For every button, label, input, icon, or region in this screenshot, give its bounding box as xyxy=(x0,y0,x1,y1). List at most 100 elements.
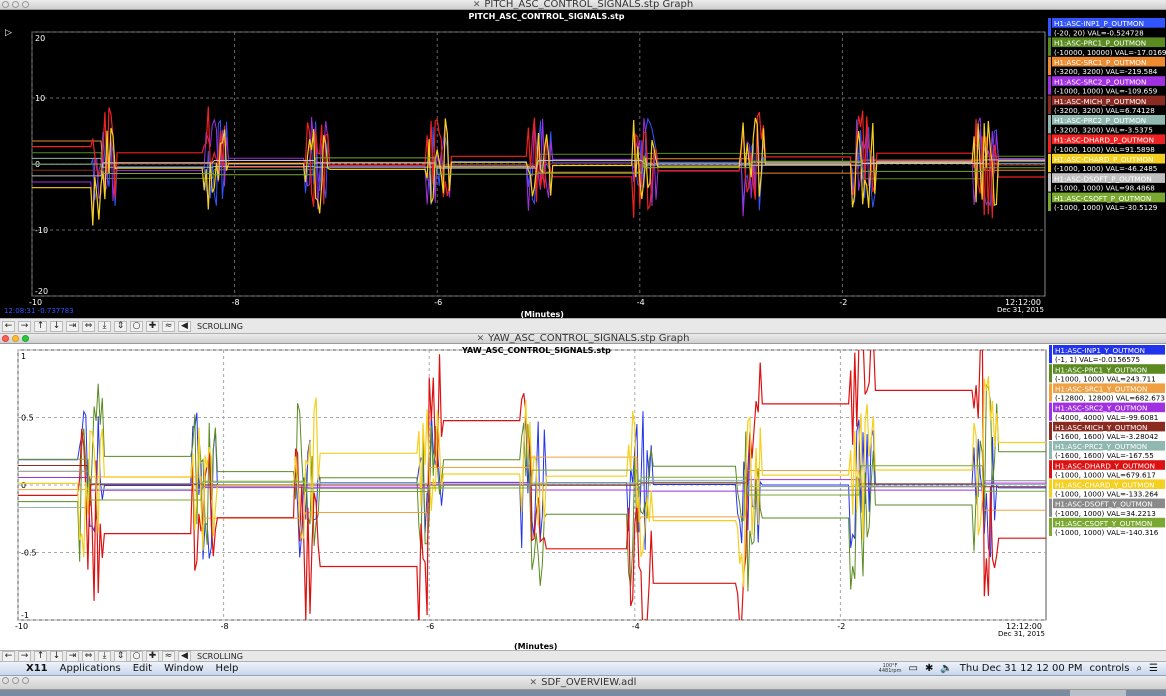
window-controls[interactable] xyxy=(2,677,29,684)
legend-range: (-12800, 12800) VAL=682.673 xyxy=(1055,394,1165,403)
legend-swatch xyxy=(1048,115,1051,134)
scroll-down-icon[interactable]: ↓ xyxy=(50,650,63,662)
legend-name: H1:ASC-CSOFT_P_OUTMON xyxy=(1054,194,1151,203)
zoom-window-button[interactable] xyxy=(22,335,29,342)
legend-range: (-1600, 1600) VAL=-167.55 xyxy=(1055,451,1154,460)
scroll-left-icon[interactable]: ← xyxy=(2,320,15,332)
zoom-window-button[interactable] xyxy=(22,677,29,684)
legend-range: (-1000, 1000) VAL=98.4868 xyxy=(1054,184,1155,193)
legend-swatch xyxy=(1048,134,1051,153)
scrolling-toggle-icon[interactable]: ◀ xyxy=(178,320,191,332)
legend-range: (-3200, 3200) VAL=-219.584 xyxy=(1054,67,1158,76)
legend-range: (-1000, 1000) VAL=-133.264 xyxy=(1055,490,1159,499)
legend-swatch xyxy=(1048,192,1051,211)
scroll-left-icon[interactable]: ← xyxy=(2,650,15,662)
bluetooth-icon[interactable]: ✱ xyxy=(925,663,933,674)
spotlight-search-icon[interactable]: ⌕ xyxy=(1136,663,1142,674)
yaw-chart[interactable]: 10.50-0.5-1-10 -8 -6 -4 -2 12:12:00Dec 31, 20… xyxy=(0,344,1166,651)
legend-swatch xyxy=(1049,460,1052,479)
minimize-window-button[interactable] xyxy=(12,335,19,342)
zoom-out-y-icon[interactable]: ⇕ xyxy=(114,650,127,662)
legend-range: (-1000, 1000) VAL=91.5898 xyxy=(1054,145,1155,154)
legend-swatch xyxy=(1049,364,1052,383)
menubar-user[interactable]: controls xyxy=(1090,663,1130,674)
menu-app-x11[interactable]: X11 xyxy=(20,663,54,674)
scroll-right-icon[interactable]: → xyxy=(18,650,31,662)
pitch-chart[interactable]: 20100-10-20-10 -8 -6 -4 -2 12:12:00Dec 31, 20… xyxy=(0,10,1166,319)
minimize-window-button[interactable] xyxy=(12,1,19,8)
legend-name: H1:ASC-SRC1_P_OUTMON xyxy=(1054,58,1146,67)
zoom-out-y-icon[interactable]: ⇕ xyxy=(114,320,127,332)
pitch-graph[interactable]: 20 10 0 -10 -20 -10 -8 -6 -4 -2 12:12:00 Dec 31, 20… xyxy=(0,10,1166,319)
legend-swatch xyxy=(1049,421,1052,440)
yaw-graph[interactable]: 1 0.5 0 -0.5 -1 -10 -8 -6 -4 -2 12:12:00 Dec 31, 20… xyxy=(0,344,1166,651)
auto-scale-icon[interactable]: ≈ xyxy=(162,650,175,662)
zoom-window-button[interactable] xyxy=(22,1,29,8)
temperature-monitor[interactable]: 100°F 4481rpm xyxy=(879,663,902,674)
x-tick-label: -4 xyxy=(637,298,645,307)
scroll-down-icon[interactable]: ↓ xyxy=(50,320,63,332)
zoom-in-x-icon[interactable]: ⇥ xyxy=(66,650,79,662)
legend-name: H1:ASC-PRC1_P_OUTMON xyxy=(1054,39,1146,48)
chart-title: YAW_ASC_CONTROL_SIGNALS.stp xyxy=(461,346,611,355)
legend-name: H1:ASC-PRC2_P_OUTMON xyxy=(1054,116,1146,125)
legend-range: (-20, 20) VAL=-0.524728 xyxy=(1054,28,1144,37)
y-tick-label: 20 xyxy=(35,34,45,43)
chart-area: 20100-10-20-10 -8 -6 -4 -2 12:12:00Dec 31, 20… xyxy=(29,12,1046,319)
menubar-clock[interactable]: Thu Dec 31 12 12 00 PM xyxy=(960,663,1083,674)
y-tick-label: 10 xyxy=(35,94,45,103)
scrolling-toggle-icon[interactable]: ◀ xyxy=(178,650,191,662)
zoom-in-x-icon[interactable]: ⇥ xyxy=(66,320,79,332)
window-controls[interactable] xyxy=(2,1,29,8)
menubar-status-area: 100°F 4481rpm ▭ ✱ 🔈 Thu Dec 31 12 12 00 … xyxy=(879,663,1166,674)
yaw-window-title: YAW_ASC_CONTROL_SIGNALS.stp Graph xyxy=(488,333,690,344)
airplay-icon[interactable]: ▭ xyxy=(908,663,917,674)
legend-range: (-1000, 1000) VAL=-30.5129 xyxy=(1054,203,1158,212)
zoom-out-x-icon[interactable]: ⇔ xyxy=(82,320,95,332)
legend-swatch xyxy=(1048,173,1051,192)
reset-icon[interactable]: ○ xyxy=(130,320,143,332)
auto-scale-icon[interactable]: ≈ xyxy=(162,320,175,332)
x-tick-label: -10 xyxy=(15,622,28,631)
close-window-button[interactable] xyxy=(2,335,9,342)
menu-window[interactable]: Window xyxy=(158,663,209,674)
window-thumbnail[interactable] xyxy=(1070,690,1126,696)
yaw-window-titlebar[interactable]: ✕ YAW_ASC_CONTROL_SIGNALS.stp Graph xyxy=(0,334,1166,344)
legend-name: H1:ASC-PRC1_Y_OUTMON xyxy=(1055,365,1147,374)
menu-applications[interactable]: Applications xyxy=(54,663,127,674)
legend-range: (-1600, 1600) VAL=-3.28042 xyxy=(1055,432,1158,441)
volume-icon[interactable]: 🔈 xyxy=(940,663,952,674)
notification-center-icon[interactable]: ☰ xyxy=(1149,663,1158,674)
zoom-in-y-icon[interactable]: ⤓ xyxy=(98,650,111,662)
crosshair-icon[interactable]: ✚ xyxy=(146,650,159,662)
scroll-up-icon[interactable]: ↑ xyxy=(34,320,47,332)
minimize-window-button[interactable] xyxy=(12,677,19,684)
scroll-right-icon[interactable]: → xyxy=(18,320,31,332)
legend-name: H1:ASC-CHARD_Y_OUTMON xyxy=(1055,481,1154,490)
x-end-date-label: Dec 31, 2015 xyxy=(998,630,1045,638)
scroll-up-icon[interactable]: ↑ xyxy=(34,650,47,662)
x-axis-label: (Minutes) xyxy=(521,310,564,318)
x-tick-label: -8 xyxy=(232,298,240,307)
legend-name: H1:ASC-DHARD_P_OUTMON xyxy=(1054,136,1154,145)
legend-range: (-1000, 1000) VAL=-46.2485 xyxy=(1054,164,1157,173)
zoom-out-x-icon[interactable]: ⇔ xyxy=(82,650,95,662)
menu-edit[interactable]: Edit xyxy=(127,663,158,674)
menu-help[interactable]: Help xyxy=(210,663,245,674)
window-controls[interactable] xyxy=(2,335,29,342)
x-end-date-label: Dec 31, 2015 xyxy=(997,306,1044,314)
close-window-button[interactable] xyxy=(2,677,9,684)
legend-swatch xyxy=(1048,95,1051,114)
legend-name: H1:ASC-MICH_Y_OUTMON xyxy=(1055,423,1147,432)
sdf-overview-content xyxy=(0,690,1166,696)
pitch-toolbar: ← → ↑ ↓ ⇥ ⇔ ⤓ ⇕ ○ ✚ ≈ ◀ SCROLLING xyxy=(0,318,1166,334)
close-window-button[interactable] xyxy=(2,1,9,8)
crosshair-icon[interactable]: ✚ xyxy=(146,320,159,332)
legend-swatch xyxy=(1049,517,1052,536)
reset-icon[interactable]: ○ xyxy=(130,650,143,662)
sdf-overview-titlebar[interactable]: ✕ SDF_OVERVIEW.adl xyxy=(0,676,1166,690)
pitch-window-titlebar[interactable]: ✕ PITCH_ASC_CONTROL_SIGNALS.stp Graph xyxy=(0,0,1166,10)
zoom-in-y-icon[interactable]: ⤓ xyxy=(98,320,111,332)
x-tick-label: -6 xyxy=(434,298,442,307)
legend-swatch xyxy=(1048,76,1051,95)
